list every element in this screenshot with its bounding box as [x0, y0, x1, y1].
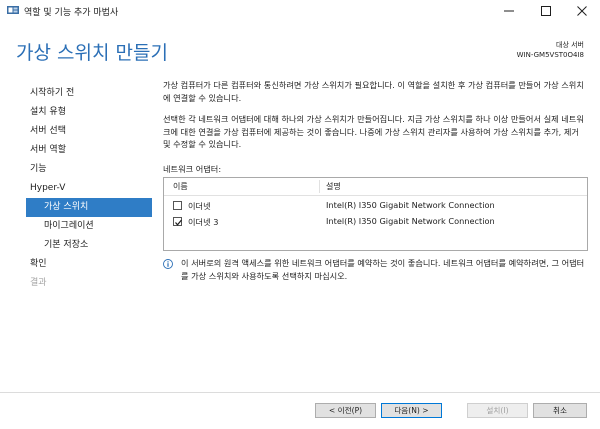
adapter-checkbox[interactable] [173, 201, 182, 210]
adapter-checkbox[interactable] [173, 217, 182, 226]
adapter-description: Intel(R) I350 Gigabit Network Connection [326, 200, 495, 210]
nav-item-hyper-v[interactable]: Hyper-V [26, 179, 152, 198]
adapter-name: 이더넷 3 [188, 217, 219, 227]
install-button: 설치(I) [467, 403, 528, 418]
nav-item-server-selection[interactable]: 서버 선택 [26, 122, 152, 141]
column-header-description[interactable]: 설명 [326, 181, 341, 192]
details-paragraph: 선택한 각 네트워크 어댑터에 대해 하나의 가상 스위치가 만들어집니다. 지… [163, 114, 584, 149]
network-adapters-label: 네트워크 어댑터: [163, 164, 222, 174]
nav-item-default-stores[interactable]: 기본 저장소 [26, 236, 152, 255]
target-server-label: 대상 서버 [556, 41, 584, 49]
server-manager-icon [7, 6, 19, 14]
nav-item-results: 결과 [30, 278, 47, 288]
maximize-button[interactable] [528, 0, 564, 22]
network-adapters-table: 이름 설명 이더넷 Intel(R) I350 Gigabit Network … [163, 177, 588, 251]
info-text: 이 서버로의 원격 액세스를 위한 네트워크 어댑터를 예약하는 것이 좋습니다… [181, 258, 585, 281]
minimize-button[interactable] [491, 0, 527, 22]
nav-item-virtual-switches[interactable]: 가상 스위치 [26, 198, 152, 217]
window-title: 역할 및 기능 추가 마법사 [24, 8, 119, 18]
cancel-button[interactable]: 취소 [533, 403, 587, 418]
maximize-icon [541, 6, 551, 16]
column-divider[interactable] [319, 180, 320, 193]
next-button[interactable]: 다음(N) > [381, 403, 442, 418]
previous-button[interactable]: < 이전(P) [315, 403, 376, 418]
target-server-name: WIN-GM5VST0O4I8 [516, 51, 584, 59]
nav-item-features[interactable]: 기능 [26, 160, 152, 179]
nav-item-before-you-begin[interactable]: 시작하기 전 [26, 84, 152, 103]
page-title: 가상 스위치 만들기 [16, 42, 168, 64]
wizard-nav: 시작하기 전 설치 유형 서버 선택 서버 역할 기능 Hyper-V 가상 스… [26, 84, 152, 293]
title-bar: 역할 및 기능 추가 마법사 [0, 0, 600, 22]
table-row[interactable]: 이더넷 Intel(R) I350 Gigabit Network Connec… [164, 198, 587, 214]
nav-item-migration[interactable]: 마이그레이션 [26, 217, 152, 236]
close-button[interactable] [564, 0, 600, 22]
adapter-name: 이더넷 [188, 201, 211, 211]
close-icon [577, 6, 587, 16]
column-header-name[interactable]: 이름 [173, 181, 188, 192]
wizard-header: 가상 스위치 만들기 대상 서버 WIN-GM5VST0O4I8 [0, 22, 600, 72]
nav-item-confirmation[interactable]: 확인 [26, 255, 152, 274]
adapter-description: Intel(R) I350 Gigabit Network Connection [326, 216, 495, 226]
nav-item-server-roles[interactable]: 서버 역할 [26, 141, 152, 160]
table-row[interactable]: 이더넷 3 Intel(R) I350 Gigabit Network Conn… [164, 214, 587, 230]
table-header: 이름 설명 [164, 178, 587, 196]
intro-paragraph: 가상 컴퓨터가 다른 컴퓨터와 통신하려면 가상 스위치가 필요합니다. 이 역… [163, 80, 584, 103]
checkmark-icon [175, 219, 182, 226]
minimize-icon [504, 10, 514, 12]
nav-item-installation-type[interactable]: 설치 유형 [26, 103, 152, 122]
info-icon [163, 259, 173, 269]
